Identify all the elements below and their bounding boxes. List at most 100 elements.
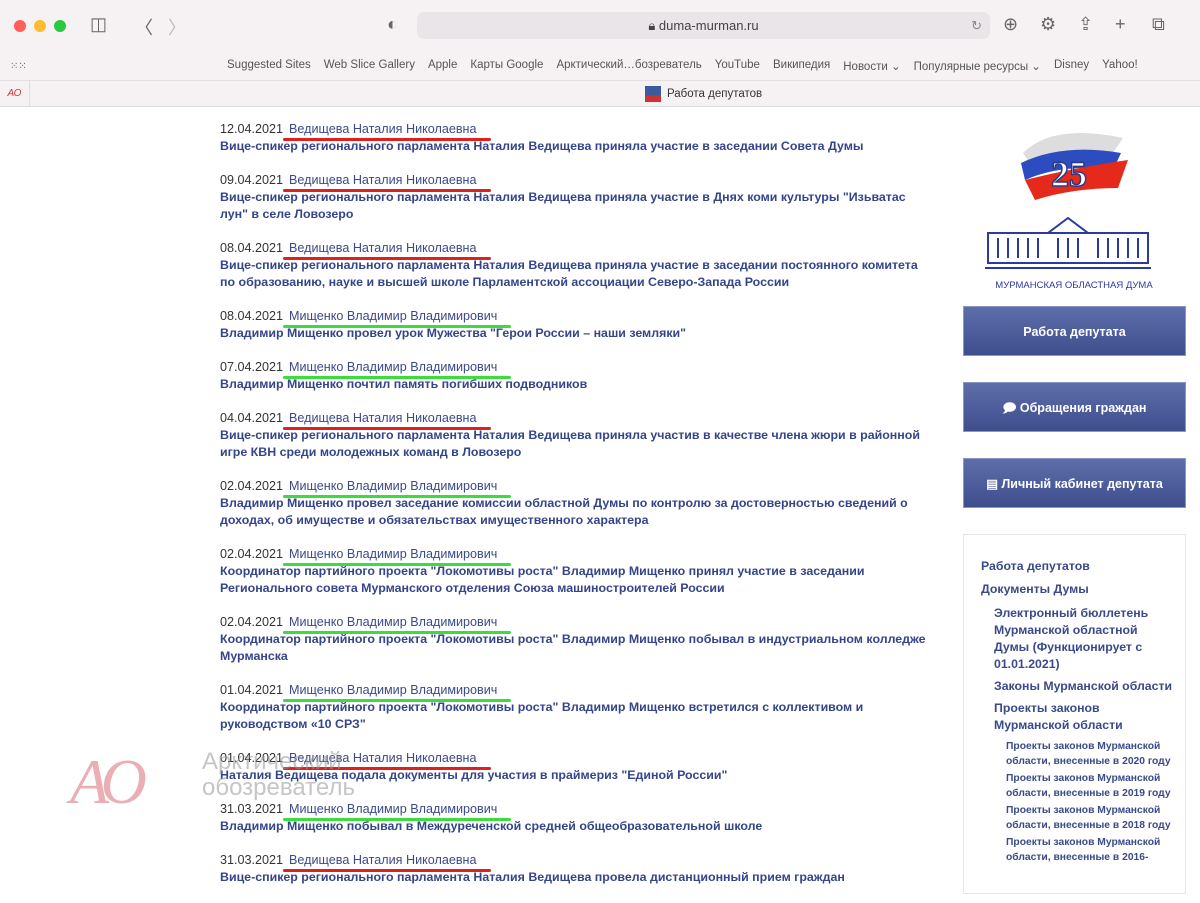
svg-text:МУРМАНСКАЯ ОБЛАСТНАЯ ДУМА: МУРМАНСКАЯ ОБЛАСТНАЯ ДУМА	[995, 280, 1153, 291]
shield-icon[interactable]: ◐	[387, 14, 398, 35]
bookmarks-bar: ⁙⁙ Suggested Sites Web Slice Gallery Apple…	[0, 52, 1200, 80]
new-tab-icon[interactable]: +	[1115, 14, 1126, 35]
news-headline-link[interactable]: Координатор партийного проекта "Локомоти…	[220, 631, 935, 665]
bookmark-item[interactable]: Популярные ресурсы ⌄	[914, 59, 1041, 73]
duma-logo[interactable]: 25 лет МУРМАНСКАЯ ОБЛАСТНАЯ ДУМА	[963, 108, 1186, 298]
news-date: 02.04.2021	[220, 547, 284, 561]
news-date: 12.04.2021	[220, 122, 284, 136]
deputy-link[interactable]: Мищенко Владимир Владимирович	[283, 308, 512, 328]
bookmark-item[interactable]: Карты Google	[470, 59, 543, 73]
bookmark-item[interactable]: Арктический…бозреватель	[556, 59, 701, 73]
news-item: 08.04.2021 Ведищева Наталия Николаевна Виц…	[220, 240, 935, 291]
sidebar-icon[interactable]: ◫	[90, 14, 107, 35]
reload-icon[interactable]: ↻	[971, 12, 982, 39]
news-date: 09.04.2021	[220, 173, 284, 187]
bookmark-item[interactable]: Новости ⌄	[843, 59, 900, 73]
news-headline-link[interactable]: Владимир Мищенко провел заседание комисс…	[220, 495, 935, 529]
deputy-link[interactable]: Ведищева Наталия Николаевна	[283, 240, 492, 260]
deputy-link[interactable]: Ведищева Наталия Николаевна	[283, 172, 492, 192]
bookmark-item[interactable]: Disney	[1054, 59, 1089, 73]
news-item: 04.04.2021 Ведищева Наталия Николаевна Виц…	[220, 410, 935, 461]
grid-icon[interactable]: ⁙⁙	[10, 61, 27, 72]
bookmark-item[interactable]: Yahoo!	[1102, 59, 1138, 73]
zoom-button[interactable]	[54, 20, 66, 32]
favicon-icon	[645, 86, 661, 102]
news-item: 12.04.2021 Ведищева Наталия Николаевна Виц…	[220, 121, 935, 155]
sidebar-menu-item[interactable]: Проекты законов Мурманской области, внес…	[1006, 803, 1173, 833]
bookmark-item[interactable]: Apple	[428, 59, 457, 73]
lock-icon: 🔒︎	[648, 18, 659, 33]
news-date: 08.04.2021	[220, 309, 284, 323]
deputy-link[interactable]: Мищенко Владимир Владимирович	[283, 614, 512, 634]
sidebar-menu-item[interactable]: Документы Думы	[981, 582, 1173, 596]
cabinet-icon: ▤	[986, 477, 1002, 491]
news-date: 02.04.2021	[220, 615, 284, 629]
deputy-link[interactable]: Ведищева Наталия Николаевна	[283, 852, 492, 872]
news-list: 12.04.2021 Ведищева Наталия Николаевна Виц…	[220, 121, 935, 903]
back-icon[interactable]: 〈	[135, 14, 153, 40]
sidebar-menu-item[interactable]: Проекты законов Мурманской области, внес…	[1006, 835, 1173, 865]
deputy-link[interactable]: Мищенко Владимир Владимирович	[283, 546, 512, 566]
news-headline-link[interactable]: Вице-спикер регионального парламента Нат…	[220, 257, 935, 291]
watermark-logo: АО	[70, 746, 147, 817]
news-item: 31.03.2021 Ведищева Наталия Николаевна Виц…	[220, 852, 935, 886]
sidebar: 25 лет МУРМАНСКАЯ ОБЛАСТНАЯ ДУМА Работа …	[963, 108, 1186, 894]
sidebar-menu-item[interactable]: Проекты законов Мурманской области	[994, 700, 1173, 734]
address-bar[interactable]: 🔒︎ duma-murman.ru ↻	[417, 12, 990, 39]
sidebar-menu-item[interactable]: Законы Мурманской области	[994, 678, 1173, 695]
news-date: 08.04.2021	[220, 241, 284, 255]
news-date: 31.03.2021	[220, 853, 284, 867]
close-button[interactable]	[14, 20, 26, 32]
deputy-link[interactable]: Ведищева Наталия Николаевна	[283, 750, 492, 770]
share-icon[interactable]: ⇪	[1078, 14, 1093, 35]
news-item: 02.04.2021 Мищенко Владимир Владимирович К…	[220, 614, 935, 665]
news-headline-link[interactable]: Вице-спикер регионального парламента Нат…	[220, 427, 935, 461]
sidebar-button[interactable]: 🗩︎ Обращения граждан	[963, 382, 1186, 432]
news-date: 31.03.2021	[220, 802, 284, 816]
news-date: 01.04.2021	[220, 683, 284, 697]
deputy-link[interactable]: Мищенко Владимир Владимирович	[283, 478, 512, 498]
bookmark-item[interactable]: Web Slice Gallery	[324, 59, 415, 73]
pinned-tab[interactable]: АО	[0, 81, 30, 107]
svg-text:25: 25	[1051, 154, 1087, 194]
chat-icon: 🗩︎	[1002, 401, 1020, 415]
deputy-link[interactable]: Ведищева Наталия Николаевна	[283, 121, 492, 141]
sidebar-button[interactable]: Работа депутата	[963, 306, 1186, 356]
news-headline-link[interactable]: Координатор партийного проекта "Локомоти…	[220, 699, 935, 733]
news-item: 09.04.2021 Ведищева Наталия Николаевна Виц…	[220, 172, 935, 223]
news-date: 07.04.2021	[220, 360, 284, 374]
sidebar-menu-item[interactable]: Проекты законов Мурманской области, внес…	[1006, 739, 1173, 769]
sidebar-menu-item[interactable]: Работа депутатов	[981, 559, 1173, 573]
sidebar-button[interactable]: ▤ Личный кабинет депутата	[963, 458, 1186, 508]
browser-toolbar: ◫ 〈 〉 ◐ 🔒︎ duma-murman.ru ↻ ⊕ ⚙ ⇪ + ⧉	[0, 0, 1200, 52]
logo-image: 25 лет МУРМАНСКАЯ ОБЛАСТНАЯ ДУМА	[985, 133, 1153, 291]
active-tab[interactable]: Работа депутатов	[645, 86, 762, 102]
news-date: 04.04.2021	[220, 411, 284, 425]
deputy-link[interactable]: Мищенко Владимир Владимирович	[283, 682, 512, 702]
deputy-link[interactable]: Ведищева Наталия Николаевна	[283, 410, 492, 430]
minimize-button[interactable]	[34, 20, 46, 32]
sidebar-menu-item[interactable]: Электронный бюллетень Мурманской областн…	[994, 605, 1173, 673]
sidebar-menu-item[interactable]: Проекты законов Мурманской области, внес…	[1006, 771, 1173, 801]
deputy-link[interactable]: Мищенко Владимир Владимирович	[283, 359, 512, 379]
download-icon[interactable]: ⊕	[1003, 14, 1018, 35]
deputy-link[interactable]: Мищенко Владимир Владимирович	[283, 801, 512, 821]
svg-text:лет: лет	[1063, 194, 1077, 204]
bookmark-item[interactable]: YouTube	[715, 59, 760, 73]
bookmark-item[interactable]: Википедия	[773, 59, 830, 73]
forward-icon[interactable]: 〉	[168, 14, 186, 40]
bookmark-item[interactable]: Suggested Sites	[227, 59, 311, 73]
tabs-overview-icon[interactable]: ⧉	[1152, 14, 1165, 35]
window-controls	[14, 20, 66, 32]
tab-bar: АО Работа депутатов	[0, 80, 1200, 107]
news-date: 02.04.2021	[220, 479, 284, 493]
news-item: 02.04.2021 Мищенко Владимир Владимирович В…	[220, 478, 935, 529]
news-headline-link[interactable]: Вице-спикер регионального парламента Нат…	[220, 189, 935, 223]
news-item: 08.04.2021 Мищенко Владимир Владимирович В…	[220, 308, 935, 342]
news-headline-link[interactable]: Координатор партийного проекта "Локомоти…	[220, 563, 935, 597]
news-item: 01.04.2021 Ведищева Наталия Николаевна Нат…	[220, 750, 935, 784]
gear-icon[interactable]: ⚙	[1040, 14, 1056, 35]
news-item: 01.04.2021 Мищенко Владимир Владимирович К…	[220, 682, 935, 733]
news-item: 07.04.2021 Мищенко Владимир Владимирович В…	[220, 359, 935, 393]
news-item: 02.04.2021 Мищенко Владимир Владимирович К…	[220, 546, 935, 597]
